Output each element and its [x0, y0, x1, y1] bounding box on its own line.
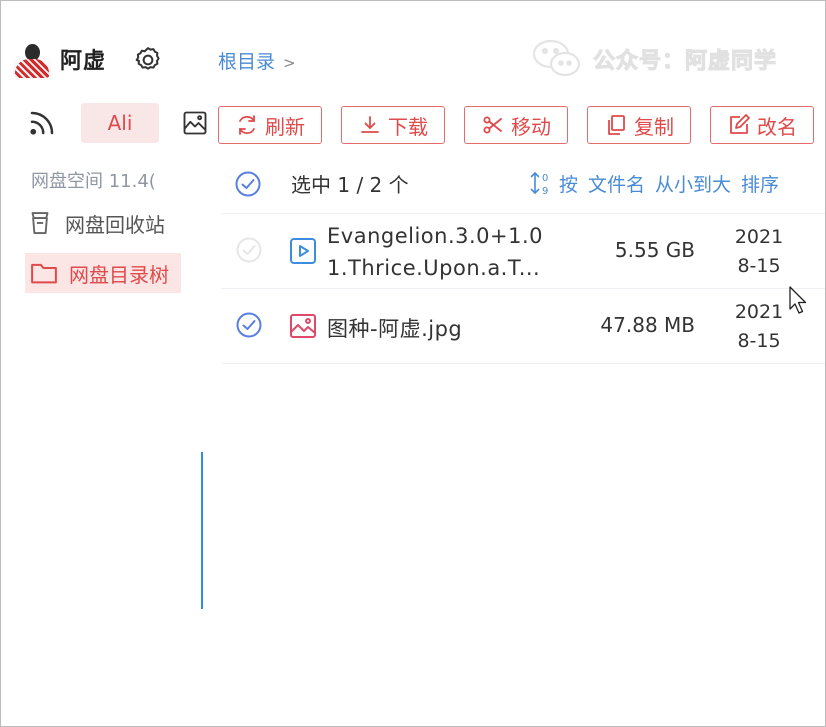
video-file-icon — [290, 238, 316, 264]
file-name: Evangelion.3.0+1.0 — [327, 224, 544, 248]
sort-order[interactable]: 从小到大 — [655, 170, 731, 197]
image-tab-icon[interactable] — [181, 109, 209, 137]
watermark-text: 公众号：阿虚同学 — [592, 49, 778, 75]
tab-ali[interactable]: Ali — [81, 103, 159, 143]
move-button[interactable]: 移动 — [464, 106, 568, 144]
source-tabs: Ali — [27, 101, 209, 145]
copy-icon — [608, 115, 625, 135]
mouse-cursor-icon — [789, 286, 807, 314]
panel-resize-handle[interactable] — [201, 452, 203, 609]
sort-field[interactable]: 文件名 — [588, 170, 645, 197]
app-window: 阿虚 Ali 网盘空间 11.4(网盘回收站 网盘目录树 根目录 > 公众号：… — [0, 0, 826, 727]
edit-icon — [730, 114, 750, 134]
avatar[interactable] — [13, 40, 51, 78]
refresh-button[interactable]: 刷新 — [218, 106, 322, 144]
rss-icon[interactable] — [27, 108, 57, 138]
selection-bar: 选中 1 / 2 个 0 9 按 文件名 从小到大 排序 — [221, 151, 825, 214]
breadcrumb-root[interactable]: 根目录 — [218, 47, 275, 74]
folder-icon — [31, 263, 57, 284]
file-date: 2021 8-15 — [729, 223, 789, 281]
sort-prefix: 按 — [559, 173, 579, 196]
sort-suffix: 排序 — [741, 173, 780, 196]
user-name: 阿虚 — [60, 49, 107, 74]
file-row[interactable]: 图种-阿虚.jpg 47.88 MB 2021 8-15 — [221, 289, 825, 364]
wechat-icon — [532, 39, 581, 77]
selection-count: 选中 1 / 2 个 — [291, 173, 409, 197]
breadcrumb-separator: > — [283, 54, 296, 72]
rename-button[interactable]: 改名 — [710, 106, 814, 144]
storage-space-label: 网盘空间 11.4( — [31, 171, 156, 192]
sidebar-item-recycle-bin[interactable]: 网盘回收站 — [25, 203, 185, 243]
sidebar: 阿虚 Ali 网盘空间 11.4(网盘回收站 网盘目录树 — [1, 1, 207, 726]
svg-text:9: 9 — [542, 186, 548, 197]
file-size: 47.88 MB — [600, 313, 695, 337]
copy-button[interactable]: 复制 — [587, 106, 691, 144]
file-date: 2021 8-15 — [729, 298, 789, 356]
select-all-checkbox[interactable] — [234, 170, 262, 198]
download-icon — [361, 116, 379, 133]
row-checkbox[interactable] — [235, 311, 263, 339]
copy-label: 复制 — [634, 114, 674, 139]
file-date-year: 2021 — [734, 226, 784, 248]
svg-text:0: 0 — [542, 173, 548, 184]
file-date-day: 8-15 — [737, 255, 781, 277]
file-date-year: 2021 — [734, 301, 784, 323]
file-date-day: 8-15 — [737, 330, 781, 352]
breadcrumb: 根目录 > — [218, 47, 296, 74]
rename-label: 改名 — [757, 114, 797, 139]
refresh-label: 刷新 — [265, 114, 305, 139]
sidebar-item-directory-tree[interactable]: 网盘目录树 — [25, 253, 181, 293]
file-row[interactable]: Evangelion.3.0+1.0 1.Thrice.Upon.a.T... … — [221, 214, 825, 289]
refresh-icon — [239, 115, 255, 135]
gear-icon[interactable] — [133, 45, 163, 75]
file-size: 5.55 GB — [614, 238, 695, 262]
user-profile[interactable]: 阿虚 — [13, 39, 106, 79]
file-name: 图种-阿虚.jpg — [327, 317, 463, 341]
watermark: 公众号：阿虚同学 — [531, 37, 777, 81]
sidebar-item-label: 网盘回收站 — [65, 212, 165, 237]
trash-icon — [31, 212, 49, 234]
sort-icon: 0 9 — [530, 171, 548, 197]
image-file-icon — [290, 314, 316, 338]
file-name-continued: 1.Thrice.Upon.a.T... — [327, 256, 541, 280]
move-label: 移动 — [511, 114, 551, 139]
row-checkbox[interactable] — [235, 236, 263, 264]
scissors-icon — [483, 116, 502, 134]
sort-control[interactable]: 0 9 按 文件名 从小到大 排序 — [529, 169, 779, 197]
sidebar-item-label: 网盘目录树 — [69, 262, 169, 287]
download-label: 下载 — [388, 114, 428, 139]
download-button[interactable]: 下载 — [341, 106, 445, 144]
